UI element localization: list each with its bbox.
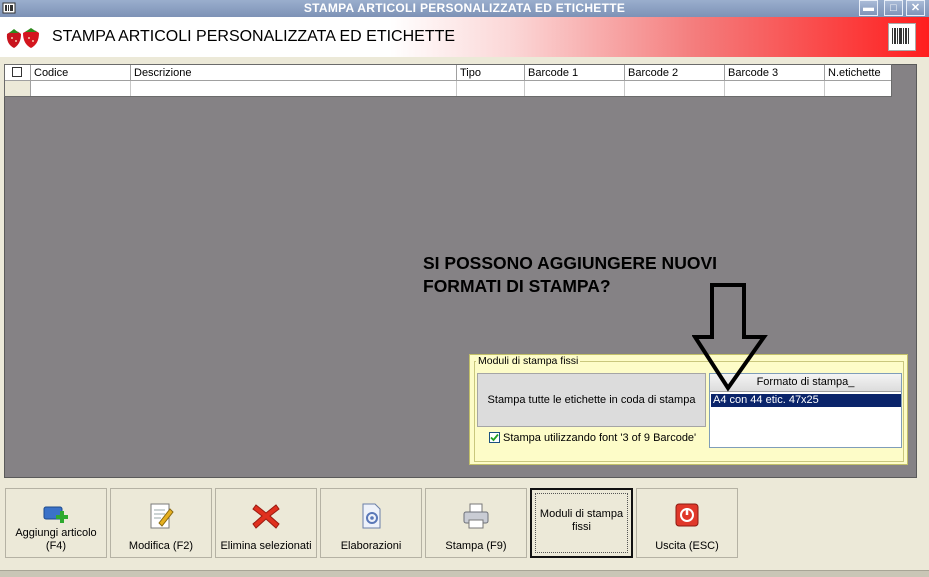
fixed-modules-label-2: fissi [572,521,591,533]
edit-button[interactable]: Modifica (F2) [110,488,212,558]
col-n-etichette[interactable]: N.etichette [825,65,891,81]
annotation-question: SI POSSONO AGGIUNGERE NUOVI FORMATI DI S… [423,252,717,298]
edit-label: Modifica (F2) [128,540,194,552]
print-label: Stampa (F9) [445,540,507,552]
font-option[interactable]: Stampa utilizzando font '3 of 9 Barcode' [489,432,696,446]
table-cell[interactable] [457,81,525,96]
font-option-checkbox[interactable] [489,432,500,443]
font-option-label: Stampa utilizzando font '3 of 9 Barcode' [503,432,697,444]
banner-title: STAMPA ARTICOLI PERSONALIZZATA ED ETICHE… [52,28,456,45]
delete-label: Elimina selezionati [220,540,312,552]
delete-icon [252,504,280,529]
print-button[interactable]: Stampa (F9) [425,488,527,558]
col-barcode-1[interactable]: Barcode 1 [525,65,625,81]
printer-icon [463,503,489,529]
barcode-icon [888,23,916,51]
processing-button[interactable]: Elaborazioni [320,488,422,558]
strawberry-icon [6,28,39,48]
col-tipo[interactable]: Tipo [457,65,525,81]
power-icon [675,503,699,527]
exit-label: Uscita (ESC) [655,540,719,552]
col-codice[interactable]: Codice [31,65,131,81]
edit-icon [150,503,174,529]
table-cell[interactable] [525,81,625,96]
articles-grid[interactable]: Codice Descrizione Tipo Barcode 1 Barcod… [4,64,892,97]
processing-label: Elaborazioni [340,540,402,552]
minimize-button[interactable]: ▬ [859,0,878,16]
table-cell[interactable] [725,81,825,96]
annotation-line: SI POSSONO AGGIUNGERE NUOVI [423,253,717,273]
add-article-button[interactable]: Aggiungi articolo (F4) [5,488,107,558]
processing-icon [362,503,381,529]
close-button[interactable]: ✕ [906,0,925,16]
table-cell[interactable] [825,81,891,96]
add-article-label: Aggiungi articolo [15,527,97,539]
delete-selected-button[interactable]: Elimina selezionati [215,488,317,558]
exit-button[interactable]: Uscita (ESC) [636,488,738,558]
col-descrizione[interactable]: Descrizione [131,65,457,81]
title-bar: STAMPA ARTICOLI PERSONALIZZATA ED ETICHE… [0,0,929,17]
table-cell[interactable] [31,81,131,96]
table-cell[interactable] [131,81,457,96]
window-title: STAMPA ARTICOLI PERSONALIZZATA ED ETICHE… [303,1,626,15]
select-all-header [5,65,31,81]
annotation-line: FORMATI DI STAMPA? [423,276,611,296]
header-banner: STAMPA ARTICOLI PERSONALIZZATA ED ETICHE… [0,17,929,57]
maximize-button[interactable]: □ [884,0,903,16]
col-barcode-3[interactable]: Barcode 3 [725,65,825,81]
print-all-labels-button[interactable]: Stampa tutte le etichette in coda di sta… [477,373,706,427]
down-arrow-icon [692,283,768,392]
checkmark-icon [490,433,499,442]
table-cell[interactable] [625,81,725,96]
select-all-checkbox[interactable] [12,67,22,77]
fixed-modules-button[interactable]: Moduli di stampa fissi [530,488,633,558]
list-item[interactable]: A4 con 44 etic. 47x25 [711,394,901,407]
add-article-shortcut: (F4) [45,540,67,552]
fixed-modules-label: Moduli di stampa [539,508,624,520]
col-barcode-2[interactable]: Barcode 2 [625,65,725,81]
fixed-modules-legend: Moduli di stampa fissi [476,355,581,367]
row-selector[interactable] [5,81,31,96]
